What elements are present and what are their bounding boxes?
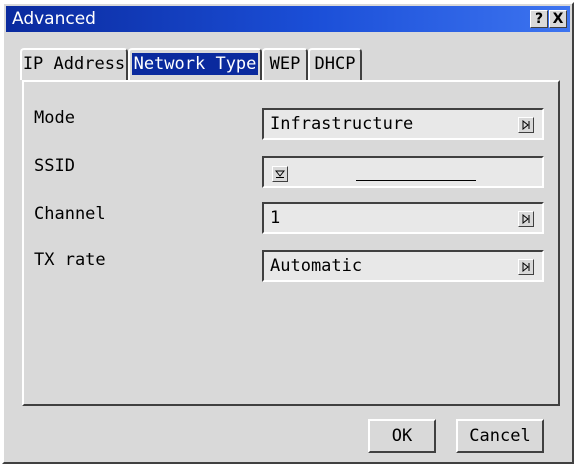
tab-label: WEP [269, 54, 301, 74]
channel-label: Channel [34, 204, 106, 224]
tab-dhcp[interactable]: DHCP [308, 48, 362, 80]
channel-select[interactable]: 1 [262, 202, 544, 234]
cancel-button[interactable]: Cancel [456, 419, 544, 453]
tab-label: DHCP [314, 54, 356, 74]
close-icon: X [552, 11, 564, 27]
tab-wep[interactable]: WEP [262, 48, 308, 80]
arrow-right-icon[interactable] [518, 117, 534, 133]
mode-value: Infrastructure [270, 114, 414, 134]
mode-select[interactable]: Infrastructure [262, 108, 544, 140]
help-button[interactable]: ? [530, 10, 548, 28]
title-bar[interactable]: Advanced ? X [6, 6, 570, 32]
ssid-underline [356, 180, 476, 181]
tx-rate-select[interactable]: Automatic [262, 250, 544, 282]
cancel-label: Cancel [469, 426, 531, 446]
arrow-right-icon[interactable] [518, 211, 534, 227]
arrow-down-icon[interactable] [272, 166, 288, 182]
ok-button[interactable]: OK [368, 419, 436, 453]
tx-rate-value: Automatic [270, 256, 363, 276]
close-button[interactable]: X [549, 10, 567, 28]
tab-label: IP Address [22, 54, 126, 74]
tab-ip-address[interactable]: IP Address [20, 48, 128, 80]
tab-label: Network Type [131, 53, 259, 75]
window-title: Advanced [12, 9, 96, 29]
channel-value: 1 [270, 208, 281, 228]
advanced-dialog: Advanced ? X IP Address Network Type WEP… [2, 2, 574, 464]
mode-label: Mode [34, 108, 75, 128]
arrow-right-icon[interactable] [518, 259, 534, 275]
tx-rate-label: TX rate [34, 250, 106, 270]
tab-network-type[interactable]: Network Type [128, 48, 262, 80]
ok-label: OK [391, 426, 413, 446]
ssid-label: SSID [34, 156, 75, 176]
help-icon: ? [534, 11, 544, 27]
ssid-field[interactable] [262, 156, 544, 188]
